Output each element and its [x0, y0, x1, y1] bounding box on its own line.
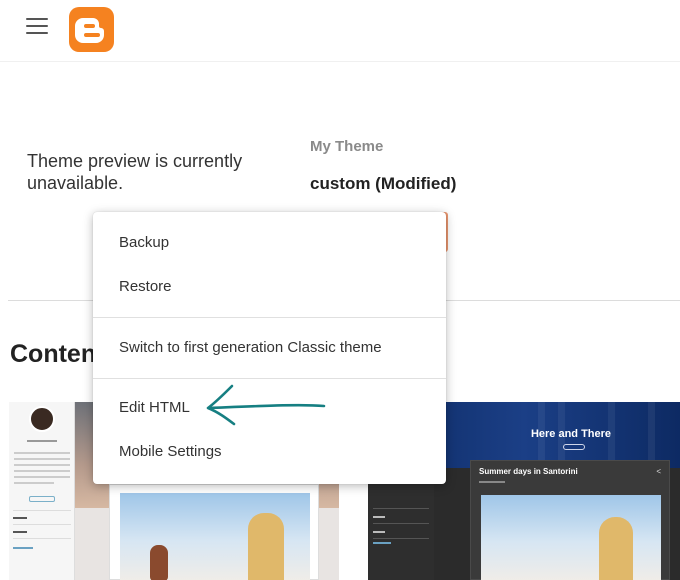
thumbnail-post-card: Summer days in Santorini <: [470, 460, 670, 580]
menu-item-switch-classic-theme[interactable]: Switch to first generation Classic theme: [93, 326, 446, 370]
menu-item-restore[interactable]: Restore: [93, 265, 446, 309]
post-photo: [481, 495, 661, 580]
menu-separator: [93, 378, 446, 379]
blogger-logo-icon[interactable]: [69, 7, 114, 52]
post-photo: [120, 493, 310, 580]
share-icon: <: [656, 467, 661, 476]
menu-separator: [93, 317, 446, 318]
my-theme-label: My Theme: [310, 138, 384, 155]
menu-item-backup[interactable]: Backup: [93, 221, 446, 265]
thumbnail-post-title: Summer days in Santorini: [479, 467, 578, 476]
thumbnail-sidebar: [368, 468, 434, 580]
avatar: [29, 406, 55, 432]
menu-item-mobile-settings[interactable]: Mobile Settings: [93, 430, 446, 474]
current-theme-name: custom (Modified): [310, 174, 457, 193]
section-title: Conten: [10, 340, 97, 368]
annotation-arrow-icon: [206, 384, 326, 426]
hamburger-menu-icon[interactable]: [26, 18, 48, 36]
theme-options-menu: Backup Restore Switch to first generatio…: [93, 212, 446, 484]
theme-preview-message: Theme preview is currently unavailable.: [27, 151, 243, 193]
thumbnail-post-card: [109, 484, 319, 580]
thumbnail-sidebar: [9, 402, 75, 580]
top-app-bar: [0, 0, 680, 62]
